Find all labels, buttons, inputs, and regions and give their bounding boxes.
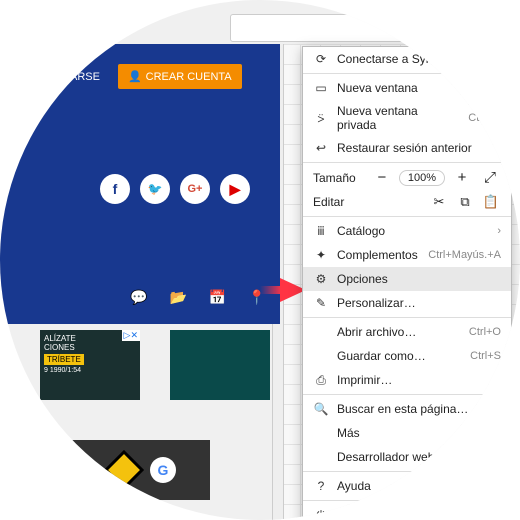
help-icon: ? (313, 479, 329, 493)
menu-print[interactable]: ⎙ Imprimir… (303, 368, 511, 392)
puzzle-icon: ✦ (313, 248, 329, 262)
mask-icon: ⍩ (313, 111, 329, 126)
paste-button[interactable]: 📋 (481, 194, 501, 210)
website-header: ARSE 👤 CREAR CUENTA f 🐦 G+ ▶ 💬 📂 📅 📍 (0, 44, 280, 324)
diamond-icon (104, 450, 144, 490)
zoom-out-button[interactable]: − (371, 169, 393, 186)
chevron-right-icon: › (497, 451, 501, 463)
firefox-app-menu: ⟳ Conectarse a Sync ▭ Nueva ventana ⍩ Nu… (302, 46, 512, 520)
ad-banner[interactable] (170, 330, 270, 400)
zoom-level[interactable]: 100% (399, 170, 445, 186)
menu-developer[interactable]: Desarrollador web › (303, 445, 511, 469)
menu-addons[interactable]: ✦ Complementos Ctrl+Mayús.+A (303, 243, 511, 267)
zoom-in-button[interactable]: + (451, 169, 473, 186)
youtube-icon[interactable]: ▶ (220, 174, 250, 204)
cut-button[interactable]: ✂ (429, 194, 449, 210)
twitter-icon[interactable]: 🐦 (140, 174, 170, 204)
menu-edit-row: Editar ✂ ⧉ 📋 (303, 190, 511, 214)
power-icon: ⏻ (313, 508, 329, 520)
circle-crop: ••• ⌄ ☆ ARSE 👤 CREAR CUENTA f 🐦 G+ ▶ 💬 📂 (0, 0, 520, 520)
menu-find[interactable]: 🔍 Buscar en esta página… Ctrl+ (303, 397, 511, 421)
menu-customize[interactable]: ✎ Personalizar… (303, 291, 511, 315)
calendar-icon[interactable]: 📅 (209, 289, 226, 306)
page-actions-icon[interactable]: ••• (437, 20, 452, 36)
bookmark-star-icon[interactable]: ☆ (488, 20, 501, 37)
window-icon: ▭ (313, 81, 329, 95)
paintbrush-icon: ✎ (313, 296, 329, 310)
menu-open-file[interactable]: Abrir archivo… Ctrl+O (303, 320, 511, 344)
user-plus-icon: 👤 (128, 70, 142, 83)
copy-button[interactable]: ⧉ (455, 194, 475, 210)
search-icon: 🔍 (313, 402, 329, 416)
chat-icon[interactable]: 💬 (130, 289, 147, 306)
menu-zoom-row: Tamaño − 100% + ⤢ (303, 165, 511, 190)
folder-icon[interactable]: 📂 (169, 289, 186, 306)
pocket-icon[interactable]: ⌄ (461, 22, 478, 35)
menu-catalog[interactable]: ⅲ Catálogo › (303, 219, 511, 243)
menu-separator (303, 500, 511, 501)
google-badge-icon: G (150, 457, 176, 483)
adchoices-icon[interactable]: ▷✕ (122, 330, 140, 341)
ad-row: ▷✕ ALÍZATE CIONES TRÍBETE 9 1990/1:54 (40, 330, 270, 400)
restore-icon: ↩ (313, 141, 329, 155)
menu-sync[interactable]: ⟳ Conectarse a Sync (303, 47, 511, 71)
sync-icon: ⟳ (313, 52, 329, 66)
googleplus-icon[interactable]: G+ (180, 174, 210, 204)
menu-restore-session[interactable]: ↩ Restaurar sesión anterior (303, 136, 511, 160)
facebook-icon[interactable]: f (100, 174, 130, 204)
menu-save-as[interactable]: Guardar como… Ctrl+S (303, 344, 511, 368)
chevron-right-icon: › (497, 480, 501, 492)
chevron-right-icon: › (497, 225, 501, 237)
fullscreen-button[interactable]: ⤢ (479, 169, 501, 186)
menu-separator (303, 73, 511, 74)
menu-more[interactable]: Más › (303, 421, 511, 445)
menu-separator (303, 471, 511, 472)
menu-separator (303, 317, 511, 318)
create-account-button[interactable]: 👤 CREAR CUENTA (118, 64, 242, 89)
print-icon: ⎙ (313, 373, 329, 388)
menu-help[interactable]: ? Ayuda › (303, 474, 511, 498)
menu-separator (303, 216, 511, 217)
menu-separator (303, 394, 511, 395)
ad-banner[interactable]: ▷✕ ALÍZATE CIONES TRÍBETE 9 1990/1:54 (40, 330, 140, 400)
social-icons: f 🐦 G+ ▶ (100, 174, 250, 204)
login-button[interactable]: ARSE (60, 64, 110, 89)
menu-exit[interactable]: ⏻ Salir (303, 503, 511, 520)
menu-separator (303, 162, 511, 163)
menu-options[interactable]: ⚙ Opciones (303, 267, 511, 291)
content-thumbnail[interactable]: G (70, 440, 210, 500)
gear-icon: ⚙ (313, 272, 329, 286)
url-bar[interactable]: ••• ⌄ ☆ (230, 14, 510, 42)
menu-new-window[interactable]: ▭ Nueva ventana (303, 76, 511, 100)
library-icon: ⅲ (313, 224, 329, 238)
chevron-right-icon: › (497, 427, 501, 439)
nav-icon-strip: 💬 📂 📅 📍 (130, 289, 266, 306)
menu-new-private-window[interactable]: ⍩ Nueva ventana privada Ctrl+M (303, 100, 511, 136)
